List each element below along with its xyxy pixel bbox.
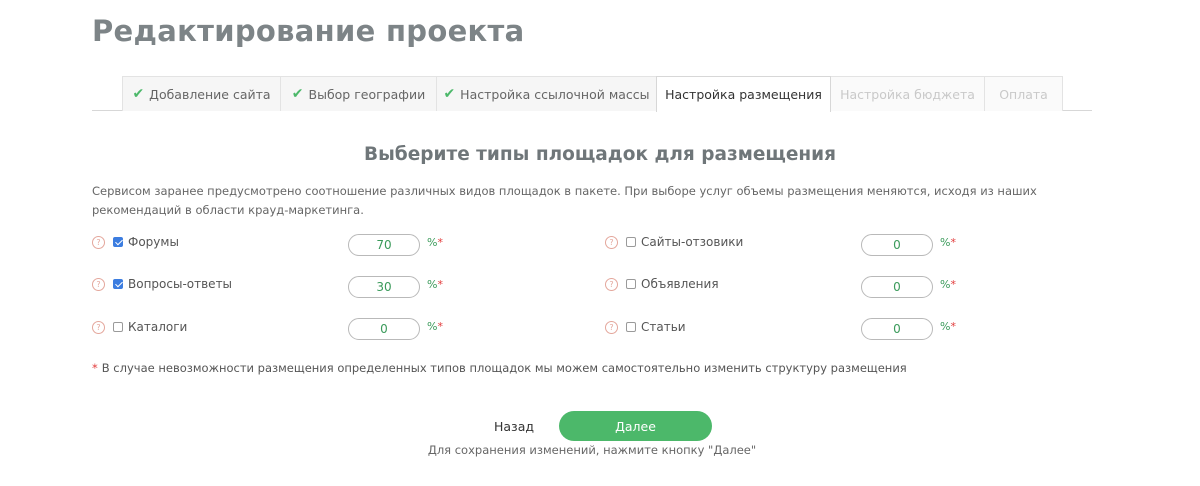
platform-checkbox-forums[interactable] xyxy=(113,237,123,247)
platform-label: Форумы xyxy=(128,235,179,249)
tab-payment: Оплата xyxy=(984,76,1063,111)
platform-label: Объявления xyxy=(641,277,719,291)
footnote-text: В случае невозможности размещения опреде… xyxy=(101,361,907,375)
next-button[interactable]: Далее xyxy=(559,411,712,441)
percent-label: %* xyxy=(427,278,443,291)
tab-geography[interactable]: ✔ Выбор географии xyxy=(280,76,437,111)
percent-label: %* xyxy=(940,278,956,291)
platform-row-catalogs: ? Каталоги xyxy=(92,316,187,338)
back-button[interactable]: Назад xyxy=(478,413,550,439)
tab-label: Настройка бюджета xyxy=(840,86,975,102)
question-circle-icon[interactable]: ? xyxy=(605,277,618,291)
platform-checkbox-articles[interactable] xyxy=(626,322,636,332)
percent-label: %* xyxy=(940,236,956,249)
platform-row-forums: ? Форумы xyxy=(92,231,179,253)
question-circle-icon[interactable]: ? xyxy=(605,235,618,249)
percent-label: %* xyxy=(940,320,956,333)
tab-label: Настройка размещения xyxy=(665,87,822,102)
platform-percent-input-qa[interactable] xyxy=(348,276,420,298)
tab-budget: Настройка бюджета xyxy=(830,76,985,111)
save-hint: Для сохранения изменений, нажмите кнопку… xyxy=(427,443,757,457)
platform-percent-input-catalogs[interactable] xyxy=(348,318,420,340)
tab-label: Выбор географии xyxy=(308,86,426,102)
platform-checkbox-catalogs[interactable] xyxy=(113,322,123,332)
platform-checkbox-ads[interactable] xyxy=(626,279,636,289)
required-mark: * xyxy=(92,361,98,375)
percent-label: %* xyxy=(427,320,443,333)
placement-footnote: * В случае невозможности размещения опред… xyxy=(92,361,907,375)
platform-percent-input-ads[interactable] xyxy=(861,276,933,298)
platform-percent-input-forums[interactable] xyxy=(348,234,420,256)
page-title: Редактирование проекта xyxy=(92,14,525,48)
platform-checkbox-qa[interactable] xyxy=(113,279,123,289)
tab-placement[interactable]: Настройка размещения xyxy=(656,76,831,112)
description-text: Сервисом заранее предусмотрено соотношен… xyxy=(92,184,1037,217)
platform-percent-input-review-sites[interactable] xyxy=(861,234,933,256)
platform-label: Каталоги xyxy=(128,320,188,334)
platform-checkbox-review-sites[interactable] xyxy=(626,237,636,247)
percent-label: %* xyxy=(427,236,443,249)
question-circle-icon[interactable]: ? xyxy=(92,277,105,291)
tab-label: Добавление сайта xyxy=(149,86,271,102)
platform-row-ads: ? Объявления xyxy=(605,273,719,295)
platform-row-qa: ? Вопросы-ответы xyxy=(92,273,232,295)
question-circle-icon[interactable]: ? xyxy=(605,320,618,334)
check-icon: ✔ xyxy=(132,86,145,102)
tab-label: Настройка ссылочной массы xyxy=(460,86,650,102)
platform-row-review-sites: ? Сайты-отзовики xyxy=(605,231,743,253)
wizard-tabs: ✔ Добавление сайта ✔ Выбор географии ✔ Н… xyxy=(92,76,1092,112)
platform-row-articles: ? Статьи xyxy=(605,316,686,338)
tab-label: Оплата xyxy=(999,86,1048,102)
question-circle-icon[interactable]: ? xyxy=(92,320,105,334)
section-title: Выберите типы площадок для размещения xyxy=(363,144,837,165)
platform-label: Вопросы-ответы xyxy=(128,277,233,291)
tab-add-site[interactable]: ✔ Добавление сайта xyxy=(122,76,281,111)
platform-label: Сайты-отзовики xyxy=(641,235,744,249)
tab-link-mass[interactable]: ✔ Настройка ссылочной массы xyxy=(436,76,657,111)
check-icon: ✔ xyxy=(443,86,456,102)
platform-label: Статьи xyxy=(641,320,686,334)
question-circle-icon[interactable]: ? xyxy=(92,235,105,249)
platform-percent-input-articles[interactable] xyxy=(861,318,933,340)
check-icon: ✔ xyxy=(291,86,304,102)
